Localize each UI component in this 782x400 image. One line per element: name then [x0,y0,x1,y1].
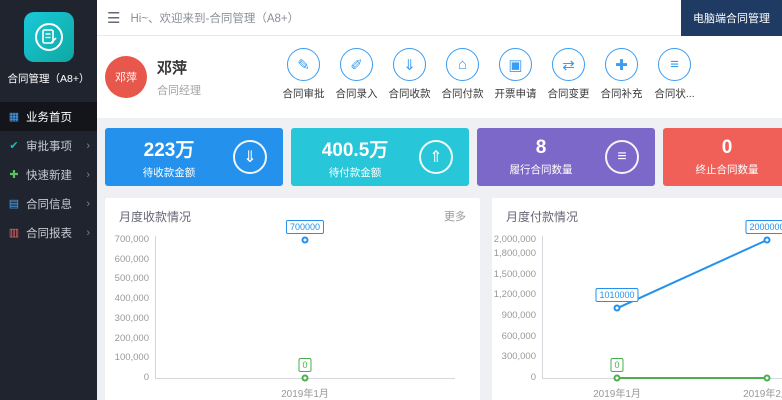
quick-action-invoice-request[interactable]: ▣ 开票申请 [489,48,542,101]
data-point[interactable] [302,375,309,382]
contract-status-icon: ≡ [658,48,691,81]
stats-row: 223万 待收款金额 ⇓ 400.5万 待付款金额 ⇑ 8 履行合同数量 ≡ 0… [105,128,782,186]
data-point-label: 0 [298,358,311,372]
contract-logo-icon [33,21,65,53]
document-icon: ▤ [7,197,21,210]
contract-approval-icon: ✎ [287,48,320,81]
quick-action-contract-supplement[interactable]: ✚ 合同补充 [595,48,648,101]
monthly-payments-chart: 2,000,0001,800,0001,500,0001,200,000900,… [492,232,782,400]
monthly-receipts-chart: 700,000600,000500,000400,000300,000200,0… [105,232,480,400]
stat-value: 8 [477,137,605,159]
data-point[interactable] [614,305,621,312]
stat-label: 待付款金额 [291,165,419,180]
desktop-contract-manager-button[interactable]: 电脑端合同管理 [681,0,782,36]
welcome-text: Hi~、欢迎来到-合同管理（A8+） [130,10,299,26]
quick-action-contract-receipt[interactable]: ⇓ 合同收款 [383,48,436,101]
sidebar-item-contract-reports[interactable]: ▥ 合同报表 › [0,218,97,247]
data-point[interactable] [302,237,309,244]
stat-card-terminated-contracts[interactable]: 0 终止合同数量 ≡ [663,128,782,186]
download-circle-icon: ⇓ [233,140,267,174]
sidebar-item-approvals[interactable]: ✔ 审批事项 › [0,131,97,160]
topbar: ☰ Hi~、欢迎来到-合同管理（A8+） 电脑端合同管理 [97,0,782,36]
sidebar-menu: ▦ 业务首页 ✔ 审批事项 › ✚ 快速新建 › ▤ 合同信息 › ▥ 合同报表… [0,102,97,247]
sidebar-item-label: 合同报表 [26,225,72,241]
quick-actions-row: ✎ 合同审批 ✐ 合同录入 ⇓ 合同收款 ⌂ 合同付款 ▣ 开票申请 ⇄ 合同变… [277,48,701,101]
report-icon: ▥ [7,226,21,239]
app-logo [24,12,74,62]
stat-card-pending-payments[interactable]: 400.5万 待付款金额 ⇑ [291,128,469,186]
sidebar-item-contract-info[interactable]: ▤ 合同信息 › [0,189,97,218]
user-block: 邓萍 邓萍 合同经理 [105,56,201,98]
user-name: 邓萍 [157,57,201,78]
contract-supplement-icon: ✚ [605,48,638,81]
chart-title: 月度付款情况 [506,208,578,225]
invoice-request-icon: ▣ [499,48,532,81]
plus-icon: ✚ [7,168,21,181]
stat-value: 223万 [105,135,233,162]
avatar: 邓萍 [105,56,147,98]
quick-action-contract-change[interactable]: ⇄ 合同变更 [542,48,595,101]
home-grid-icon: ▦ [7,110,21,123]
sidebar-item-label: 快速新建 [26,167,72,183]
chart-title: 月度收款情况 [119,208,191,225]
charts-row: 月度收款情况 更多 700,000600,000500,000400,00030… [105,198,782,400]
data-point-label: 0 [610,358,623,372]
sidebar-item-quick-create[interactable]: ✚ 快速新建 › [0,160,97,189]
contract-change-icon: ⇄ [552,48,585,81]
chevron-right-icon: › [86,227,90,239]
data-point-label: 1010000 [595,288,638,302]
chevron-right-icon: › [86,169,90,181]
contract-payment-icon: ⌂ [446,48,479,81]
app-title: 合同管理（A8+） [0,71,97,86]
data-point[interactable] [764,375,771,382]
more-link[interactable]: 更多 [444,208,466,225]
stat-card-pending-receipts[interactable]: 223万 待收款金额 ⇓ [105,128,283,186]
data-point-label: 700000 [286,220,324,234]
monthly-payments-chart-panel: 月度付款情况 更多 2,000,0001,800,0001,500,0001,2… [492,198,782,400]
sidebar-item-label: 业务首页 [26,109,72,125]
chevron-right-icon: › [86,140,90,152]
user-role: 合同经理 [157,82,201,98]
check-icon: ✔ [7,139,21,152]
stat-value: 400.5万 [291,135,419,162]
stack-icon: ≡ [605,140,639,174]
quick-action-contract-entry[interactable]: ✐ 合同录入 [330,48,383,101]
chevron-right-icon: › [86,198,90,210]
sidebar-item-business-home[interactable]: ▦ 业务首页 [0,102,97,131]
chart-series-lines [492,232,782,400]
data-point[interactable] [614,375,621,382]
stat-label: 待收款金额 [105,165,233,180]
stat-card-active-contracts[interactable]: 8 履行合同数量 ≡ [477,128,655,186]
stat-label: 履行合同数量 [477,162,605,177]
data-point[interactable] [764,237,771,244]
series-line [617,240,767,308]
stat-value: 0 [663,137,782,159]
quick-action-contract-payment[interactable]: ⌂ 合同付款 [436,48,489,101]
contract-receipt-icon: ⇓ [393,48,426,81]
sidebar-item-label: 合同信息 [26,196,72,212]
sidebar-item-label: 审批事项 [26,138,72,154]
upload-circle-icon: ⇑ [419,140,453,174]
data-point-label: 2000000 [745,220,782,234]
quick-action-contract-approval[interactable]: ✎ 合同审批 [277,48,330,101]
quick-action-contract-status[interactable]: ≡ 合同状... [648,48,701,101]
sidebar: 合同管理（A8+） ▦ 业务首页 ✔ 审批事项 › ✚ 快速新建 › ▤ 合同信… [0,0,97,400]
monthly-receipts-chart-panel: 月度收款情况 更多 700,000600,000500,000400,00030… [105,198,480,400]
chart-series-lines [105,232,480,400]
stat-label: 终止合同数量 [663,162,782,177]
contract-entry-icon: ✐ [340,48,373,81]
hamburger-menu-icon[interactable]: ☰ [97,9,130,27]
main-content: 邓萍 邓萍 合同经理 ✎ 合同审批 ✐ 合同录入 ⇓ 合同收款 ⌂ 合同付款 ▣… [97,36,782,400]
